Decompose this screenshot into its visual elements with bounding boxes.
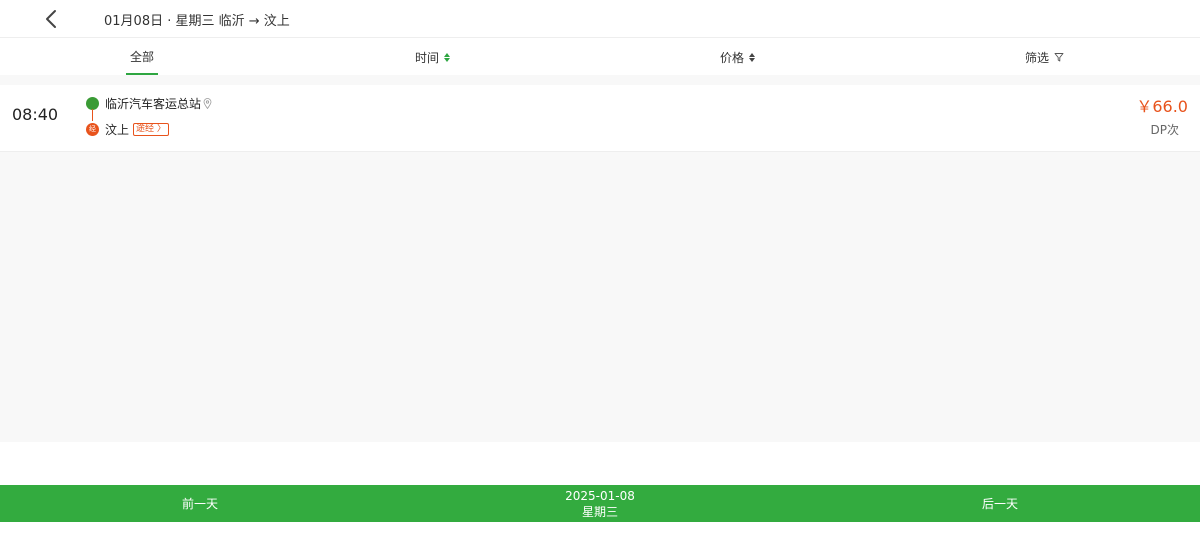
current-weekday: 星期三: [581, 505, 618, 519]
previous-day-button[interactable]: 前一天: [182, 485, 218, 522]
trip-row[interactable]: 08:40 临沂汽车客运总站 经 汶上 途经 〉 ￥66.0 DP次: [0, 85, 1200, 152]
end-station: 汶上: [105, 122, 130, 137]
tab-all-label: 全部: [129, 49, 154, 64]
funnel-icon: [1054, 52, 1064, 62]
back-button[interactable]: [40, 8, 62, 30]
trip-list: 08:40 临沂汽车客运总站 经 汶上 途经 〉 ￥66.0 DP次: [0, 75, 1200, 442]
tab-price-label: 价格: [720, 50, 745, 65]
start-dot-icon: [86, 96, 99, 110]
page-title: 01月08日 · 星期三 临沂 → 汶上: [104, 14, 290, 29]
end-station-line: 经 汶上 途经 〉: [86, 121, 212, 137]
current-date-value: 2025-01-08: [565, 489, 635, 503]
route-connector: [92, 109, 93, 121]
via-stops-badge[interactable]: 途经 〉: [133, 122, 169, 136]
sort-icon: [444, 52, 451, 62]
start-station-line: 临沂汽车客运总站: [86, 95, 212, 111]
route-stations: 临沂汽车客运总站 经 汶上 途经 〉: [86, 95, 212, 137]
remaining-seats: DP次: [1150, 123, 1179, 137]
chevron-left-icon: [46, 10, 56, 28]
tab-filter[interactable]: 筛选: [1025, 39, 1064, 75]
ticket-price: ￥66.0: [1136, 97, 1188, 116]
tab-all[interactable]: 全部: [126, 39, 158, 75]
via-marker-icon: 经: [86, 122, 99, 136]
next-day-button[interactable]: 后一天: [982, 485, 1018, 522]
tab-time-sort[interactable]: 时间: [415, 39, 451, 75]
top-header: 01月08日 · 星期三 临沂 → 汶上: [0, 0, 1200, 38]
current-date[interactable]: 2025-01-08 星期三: [540, 488, 660, 520]
start-station: 临沂汽车客运总站: [105, 96, 202, 111]
departure-time: 08:40: [12, 105, 59, 124]
date-navigation-bar: 前一天 2025-01-08 星期三 后一天: [0, 485, 1200, 522]
location-pin-icon[interactable]: [203, 97, 212, 109]
sort-icon: [749, 52, 756, 62]
filter-tabs: 全部 时间 价格 筛选: [0, 39, 1200, 75]
tab-filter-label: 筛选: [1025, 50, 1050, 65]
tab-time-label: 时间: [415, 50, 440, 65]
tab-price-sort[interactable]: 价格: [720, 39, 756, 75]
